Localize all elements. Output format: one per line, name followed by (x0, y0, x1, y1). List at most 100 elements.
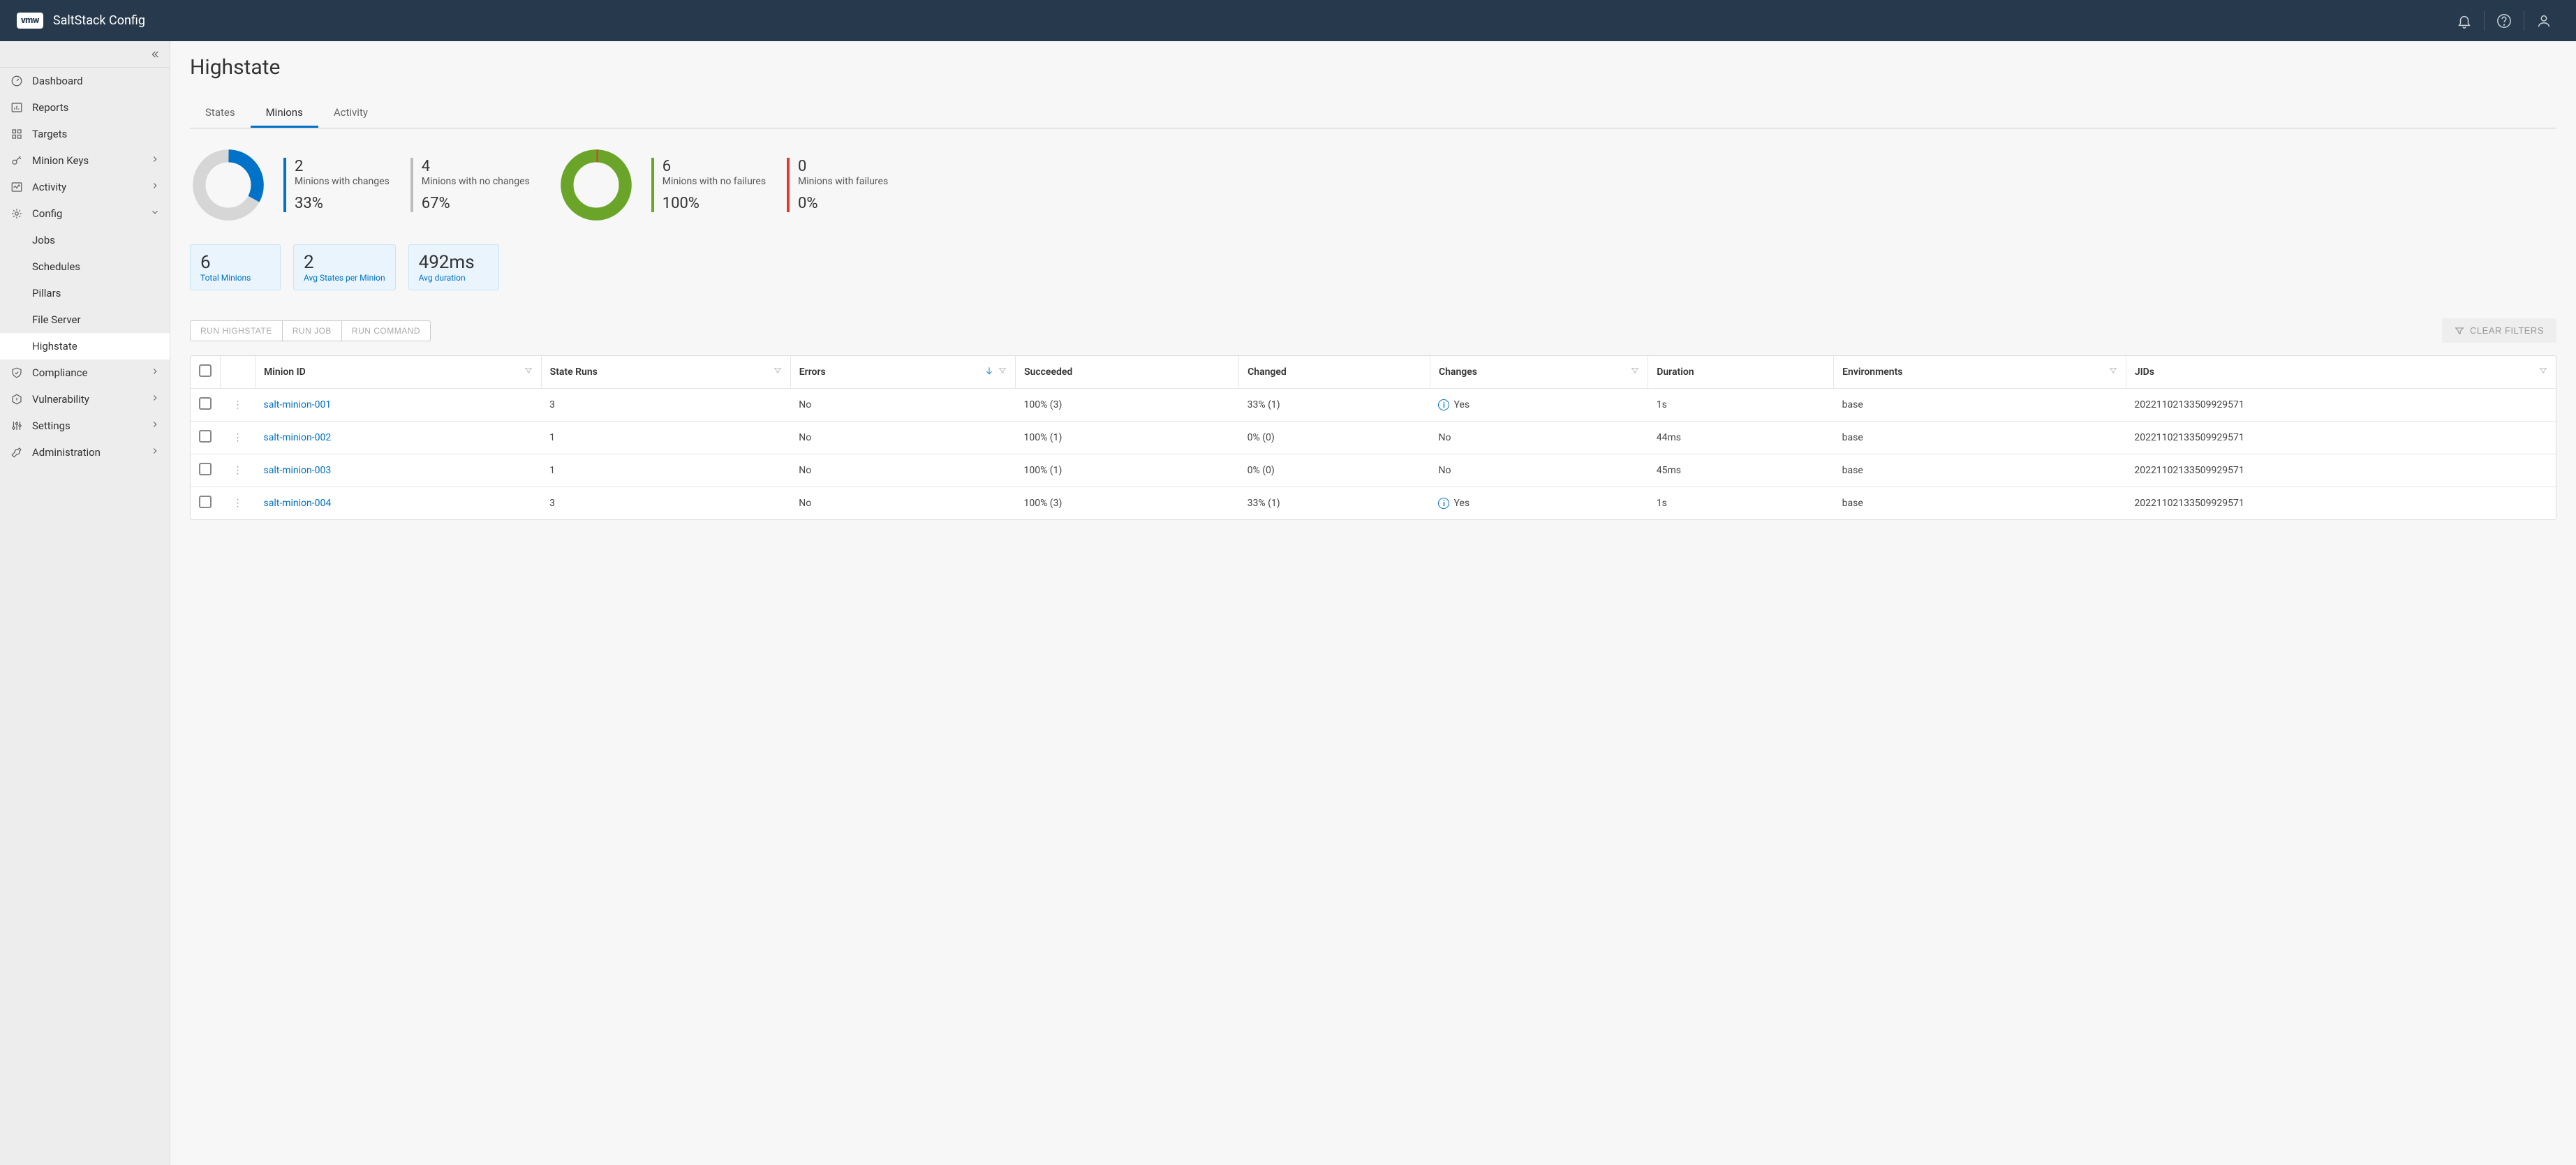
cell-duration: 44ms (1648, 422, 1834, 454)
filter-icon[interactable] (2109, 366, 2117, 378)
stat-card-avg-states-per-minion[interactable]: 2 Avg States per Minion (293, 244, 396, 290)
column-environments[interactable]: Environments (1834, 356, 2126, 389)
column-minion-id[interactable]: Minion ID (256, 356, 542, 389)
sidebar-subitem-pillars[interactable]: Pillars (0, 280, 170, 306)
stat-card-label: Avg duration (419, 273, 489, 283)
info-icon[interactable]: i (1438, 498, 1449, 509)
sidebar-item-label: Settings (32, 420, 150, 432)
row-menu-icon[interactable]: ⋮ (229, 432, 247, 443)
chevron-right-icon (150, 154, 160, 167)
chevron-right-icon (150, 366, 160, 379)
row-checkbox[interactable] (199, 430, 212, 443)
sidebar-item-compliance[interactable]: Compliance (0, 359, 170, 386)
row-checkbox[interactable] (199, 496, 212, 508)
sidebar-subitem-highstate[interactable]: Highstate (0, 333, 170, 359)
minion-id-link[interactable]: salt-minion-002 (264, 432, 332, 443)
sidebar-item-minion-keys[interactable]: Minion Keys (0, 147, 170, 174)
cell-changes: iYes (1430, 389, 1648, 422)
stat-label: Minions with changes (295, 175, 390, 188)
cell-succeeded: 100% (3) (1015, 487, 1238, 520)
column-state-runs[interactable]: State Runs (541, 356, 790, 389)
tab-states[interactable]: States (190, 99, 251, 128)
sidebar-item-config[interactable]: Config (0, 200, 170, 227)
cell-changed: 0% (0) (1239, 454, 1430, 487)
cell-state-runs: 3 (541, 487, 790, 520)
row-menu-icon[interactable]: ⋮ (229, 399, 247, 410)
run-command-button[interactable]: RUN COMMAND (341, 320, 431, 341)
filter-icon[interactable] (773, 366, 782, 378)
column-changed[interactable]: Changed (1239, 356, 1430, 389)
cell-errors: No (790, 389, 1015, 422)
minion-id-link[interactable]: salt-minion-003 (264, 465, 332, 476)
stat-card-avg-duration[interactable]: 492ms Avg duration (408, 244, 499, 290)
stat-percent: 0% (798, 195, 888, 212)
column-succeeded[interactable]: Succeeded (1015, 356, 1238, 389)
cell-jids: 20221102133509929571 (2126, 454, 2556, 487)
sidebar-item-vulnerability[interactable]: Vulnerability (0, 386, 170, 413)
sidebar-item-reports[interactable]: Reports (0, 94, 170, 121)
help-icon[interactable] (2489, 6, 2519, 36)
sidebar-item-label: Dashboard (32, 75, 160, 87)
sidebar-collapse-button[interactable] (0, 41, 170, 68)
row-menu-icon[interactable]: ⋮ (229, 465, 247, 476)
sidebar-item-settings[interactable]: Settings (0, 413, 170, 439)
sidebar-item-label: Compliance (32, 366, 150, 379)
chevron-right-icon (150, 181, 160, 193)
vmware-logo: vmw (17, 13, 43, 29)
summary-row: 2 Minions with changes 33% 4 Minions wit… (190, 147, 2556, 223)
chevron-right-icon (150, 446, 160, 459)
minion-id-link[interactable]: salt-minion-004 (264, 498, 332, 509)
stat-percent: 67% (422, 195, 530, 212)
stat-no-changes: 4 Minions with no changes 67% (410, 158, 530, 212)
filter-icon[interactable] (998, 366, 1007, 378)
filter-icon[interactable] (2539, 366, 2547, 378)
column-changes[interactable]: Changes (1430, 356, 1648, 389)
sidebar-item-activity[interactable]: Activity (0, 174, 170, 200)
sidebar-subitem-file-server[interactable]: File Server (0, 306, 170, 333)
tab-activity[interactable]: Activity (318, 99, 383, 128)
row-menu-icon[interactable]: ⋮ (229, 498, 247, 509)
stat-card-value: 2 (304, 252, 385, 273)
sidebar-subitem-schedules[interactable]: Schedules (0, 253, 170, 280)
sidebar-item-label: Config (32, 207, 150, 220)
user-icon[interactable] (2529, 6, 2559, 36)
table-row: ⋮ salt-minion-004 3 No 100% (3) 33% (1) … (191, 487, 2556, 520)
minions-table: Minion IDState RunsErrorsSucceededChange… (190, 355, 2556, 520)
hexagon-icon (10, 392, 24, 406)
column-duration[interactable]: Duration (1648, 356, 1834, 389)
select-all-checkbox[interactable] (199, 364, 212, 377)
changes-donut-chart (190, 147, 267, 223)
sort-desc-icon[interactable] (984, 366, 994, 378)
cell-environments: base (1834, 422, 2126, 454)
column-jids[interactable]: JIDs (2126, 356, 2556, 389)
run-job-button[interactable]: RUN JOB (282, 320, 342, 341)
stat-value: 6 (662, 158, 766, 175)
column-errors[interactable]: Errors (790, 356, 1015, 389)
cell-duration: 1s (1648, 487, 1834, 520)
sidebar-item-dashboard[interactable]: Dashboard (0, 68, 170, 94)
cell-environments: base (1834, 389, 2126, 422)
filter-icon[interactable] (524, 366, 533, 378)
stat-card-value: 6 (200, 252, 270, 273)
run-highstate-button[interactable]: RUN HIGHSTATE (190, 320, 283, 341)
cell-changed: 0% (0) (1239, 422, 1430, 454)
cell-changes: iYes (1430, 487, 1648, 520)
stat-card-label: Total Minions (200, 273, 270, 283)
sidebar-item-administration[interactable]: Administration (0, 439, 170, 466)
row-checkbox[interactable] (199, 397, 212, 410)
row-checkbox[interactable] (199, 463, 212, 475)
cell-jids: 20221102133509929571 (2126, 389, 2556, 422)
sidebar-item-targets[interactable]: Targets (0, 121, 170, 147)
cell-environments: base (1834, 487, 2126, 520)
cell-changed: 33% (1) (1239, 487, 1430, 520)
stat-percent: 100% (662, 195, 766, 212)
clear-filters-button[interactable]: CLEAR FILTERS (2442, 318, 2556, 343)
tab-minions[interactable]: Minions (251, 99, 318, 128)
stat-card-total-minions[interactable]: 6 Total Minions (190, 244, 281, 290)
notifications-icon[interactable] (2449, 6, 2480, 36)
cell-state-runs: 1 (541, 422, 790, 454)
filter-icon[interactable] (1631, 366, 1639, 378)
sidebar-subitem-jobs[interactable]: Jobs (0, 227, 170, 253)
info-icon[interactable]: i (1438, 399, 1449, 410)
minion-id-link[interactable]: salt-minion-001 (264, 399, 332, 410)
